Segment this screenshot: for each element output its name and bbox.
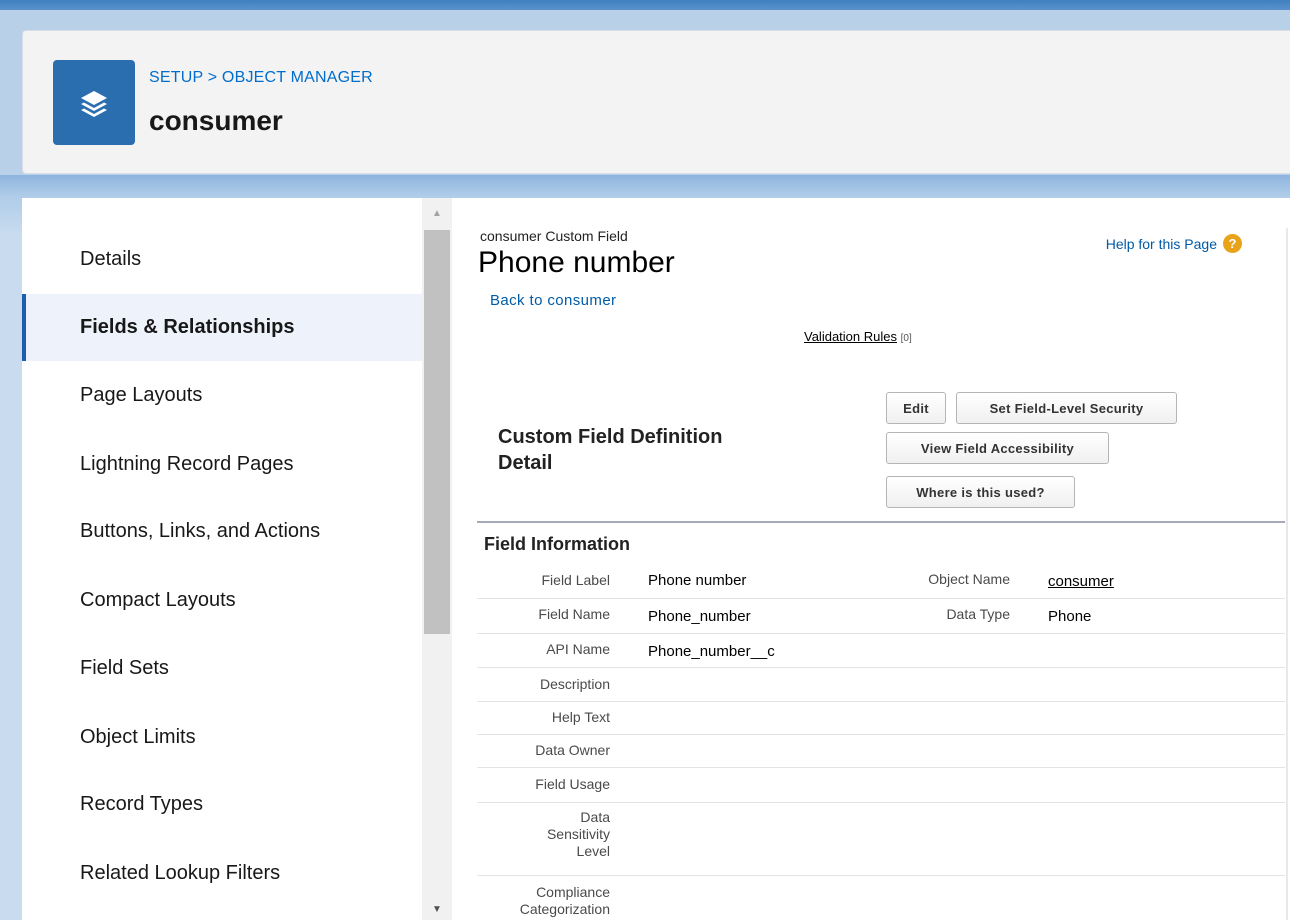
validation-rules-link[interactable]: Validation Rules — [804, 329, 897, 344]
back-link[interactable]: Back to consumer — [490, 292, 616, 309]
help-link[interactable]: Help for this Page — [1106, 236, 1217, 252]
edit-button[interactable]: Edit — [886, 392, 946, 424]
field-name-label: Field Name — [538, 606, 610, 622]
content-right-border — [1286, 228, 1288, 920]
description-label: Description — [539, 676, 610, 692]
api-name-value: Phone_number__c — [648, 643, 775, 660]
help-for-page[interactable]: Help for this Page ? — [1106, 234, 1242, 253]
help-text-label: Help Text — [551, 709, 610, 725]
help-icon[interactable]: ? — [1223, 234, 1242, 253]
sidebar-item-fields-relationships[interactable]: Fields & Relationships — [22, 294, 422, 361]
sidebar-item-details[interactable]: Details — [22, 226, 422, 293]
sidebar-item-record-types[interactable]: Record Types — [22, 771, 422, 838]
field-usage-label: Field Usage — [535, 776, 610, 792]
object-title: consumer — [149, 105, 283, 136]
data-sensitivity-level-label: Data Sensitivity Level — [478, 809, 610, 860]
breadcrumb: SETUP > OBJECT MANAGER — [149, 69, 373, 87]
compliance-line2: Categorization — [519, 901, 610, 917]
sidebar-item-page-layouts[interactable]: Page Layouts — [22, 362, 422, 429]
section-divider — [477, 521, 1285, 523]
section-title-line1: Custom Field Definition — [498, 426, 723, 448]
compliance-categorization-label: Compliance Categorization — [478, 884, 610, 918]
breadcrumb-setup-link[interactable]: SETUP — [149, 69, 203, 86]
field-information-title: Field Information — [484, 534, 630, 554]
data-type-label: Data Type — [946, 606, 1010, 622]
object-header: SETUP > OBJECT MANAGER consumer — [22, 30, 1290, 174]
layers-icon — [53, 60, 135, 145]
compliance-line1: Compliance — [536, 884, 610, 900]
row-divider — [477, 667, 1285, 668]
sidebar-item-object-limits[interactable]: Object Limits — [22, 704, 422, 771]
section-title: Custom Field Definition Detail — [498, 424, 722, 476]
row-divider — [477, 734, 1285, 735]
sidebar-item-field-sets[interactable]: Field Sets — [22, 635, 422, 702]
data-sensitivity-line2: Sensitivity — [546, 826, 610, 842]
section-title-line2: Detail — [498, 452, 553, 474]
breadcrumb-object-manager-link[interactable]: OBJECT MANAGER — [222, 69, 373, 86]
data-type-value: Phone — [1048, 608, 1092, 625]
row-divider — [477, 633, 1285, 634]
data-sensitivity-line1: Data — [580, 809, 610, 825]
where-is-this-used-button[interactable]: Where is this used? — [886, 476, 1075, 508]
sidebar-item-lightning-record-pages[interactable]: Lightning Record Pages — [22, 431, 422, 498]
row-divider — [477, 802, 1285, 803]
object-sidebar: Details Fields & Relationships Page Layo… — [22, 198, 422, 920]
data-owner-label: Data Owner — [535, 742, 610, 758]
scroll-thumb[interactable] — [424, 230, 450, 634]
field-name-value: Phone_number — [648, 608, 751, 625]
validation-rules: Validation Rules [0] — [804, 329, 912, 344]
sidebar-item-buttons-links-actions[interactable]: Buttons, Links, and Actions — [22, 498, 422, 565]
validation-rules-count: [0] — [900, 333, 912, 344]
page-subtitle: consumer Custom Field — [480, 228, 628, 244]
field-label-value: Phone number — [648, 572, 747, 589]
row-divider — [477, 767, 1285, 768]
set-field-level-security-button[interactable]: Set Field-Level Security — [956, 392, 1177, 424]
main-panel: Details Fields & Relationships Page Layo… — [22, 198, 1290, 920]
row-divider — [477, 701, 1285, 702]
scroll-up-arrow-icon[interactable]: ▲ — [422, 202, 452, 224]
page-title: Phone number — [478, 246, 675, 279]
breadcrumb-separator: > — [207, 69, 218, 86]
sidebar-item-compact-layouts[interactable]: Compact Layouts — [22, 567, 422, 634]
sidebar-item-related-lookup-filters[interactable]: Related Lookup Filters — [22, 840, 422, 907]
sidebar-scrollbar[interactable]: ▲ ▼ — [422, 198, 452, 920]
object-name-label: Object Name — [928, 571, 1010, 587]
field-label-label: Field Label — [541, 572, 611, 588]
data-sensitivity-line3: Level — [576, 843, 610, 859]
scroll-down-arrow-icon[interactable]: ▼ — [422, 898, 452, 920]
field-detail-content: consumer Custom Field Phone number Back … — [452, 198, 1290, 920]
object-name-link[interactable]: consumer — [1048, 573, 1114, 590]
row-divider — [477, 875, 1285, 876]
api-name-label: API Name — [546, 641, 610, 657]
row-divider — [477, 598, 1285, 599]
view-field-accessibility-button[interactable]: View Field Accessibility — [886, 432, 1109, 464]
